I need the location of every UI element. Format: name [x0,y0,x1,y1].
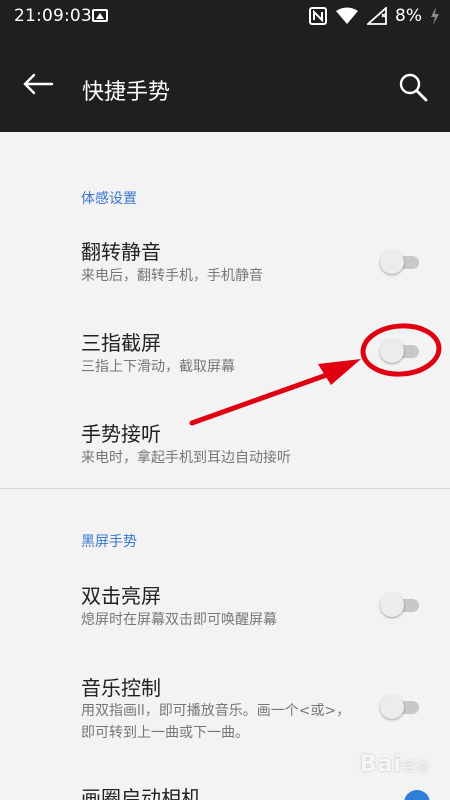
setting-subtitle: 来电时，拿起手机到耳边自动接听 [81,450,291,466]
toggle-switch[interactable] [380,694,420,720]
battery-percent: 8% [395,6,422,26]
setting-title: 翻转静音 [81,240,161,264]
nfc-icon [309,7,328,25]
status-icons: 8% [309,4,440,28]
setting-title: 画圈启动相机 [81,786,201,800]
section-title-screen-off-gestures: 黑屏手势 [81,534,137,550]
setting-subtitle: 三指上下滑动，截取屏幕 [81,359,235,375]
setting-subtitle: 熄屏时在屏幕双击即可唤醒屏幕 [81,612,277,628]
wifi-icon [336,7,359,24]
toggle-thumb [380,593,404,617]
watermark-suffix: 经验 [401,760,430,775]
page-title: 快捷手势 [82,80,171,105]
watermark: Bai经验 [360,752,430,777]
toggle-switch[interactable] [380,249,420,275]
toggle-thumb [380,695,404,719]
setting-title: 手势接听 [81,422,161,446]
section-title-motion: 体感设置 [81,191,137,207]
setting-subtitle: 用双指画ll，即可播放音乐。画一个<或>，即可转到上一曲或下一曲。 [81,703,351,741]
toggle-switch[interactable] [380,592,420,618]
setting-title: 双击亮屏 [81,584,161,608]
watermark-brand: Bai [359,752,402,777]
image-notification-icon [92,9,108,22]
setting-subtitle: 来电后，翻转手机，手机静音 [81,268,263,284]
search-icon[interactable] [398,72,428,102]
app-toolbar: 快捷手势 [0,32,450,132]
setting-title: 三指截屏 [81,331,161,355]
status-bar: 21:09:03 8% [0,0,450,32]
toggle-switch-on[interactable] [404,790,430,800]
annotation-arrow-shaft [189,369,338,426]
toggle-thumb [380,339,404,363]
status-time: 21:09:03 [14,6,92,26]
toggle-thumb [380,250,404,274]
setting-title: 音乐控制 [81,676,161,700]
section-divider [0,488,450,489]
charging-icon [431,7,439,25]
toggle-switch[interactable] [380,338,420,364]
signal-icon [367,7,387,25]
arrow-left-icon[interactable] [22,72,54,96]
